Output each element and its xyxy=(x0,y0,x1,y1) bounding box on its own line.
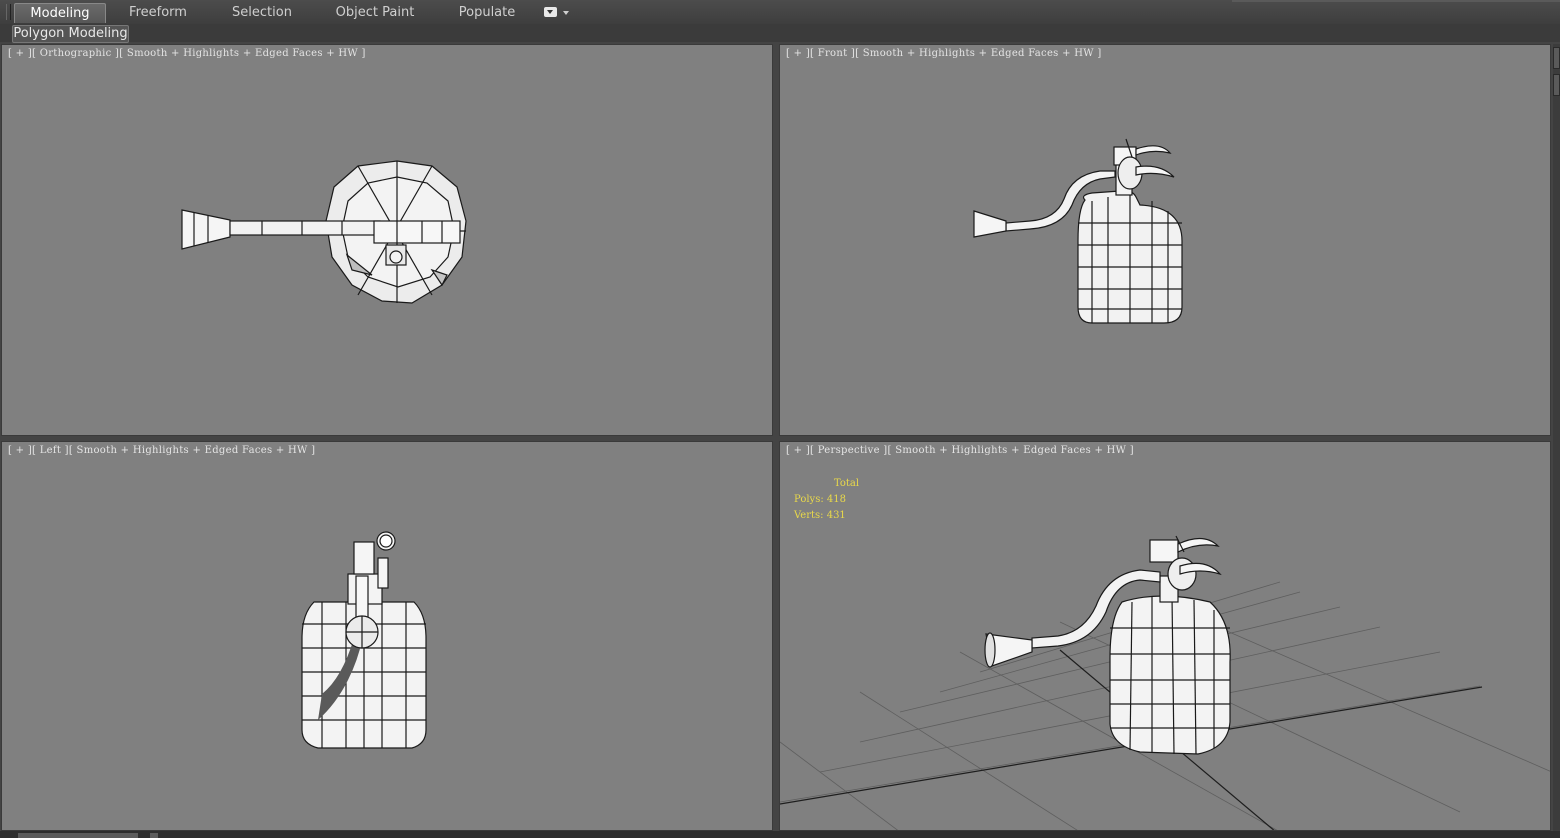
right-side-scrollbar[interactable] xyxy=(1553,44,1560,838)
extinguisher-perspective-view xyxy=(780,535,1550,830)
tab-populate[interactable]: Populate xyxy=(450,3,524,22)
ribbon-options-icon[interactable] xyxy=(544,7,574,19)
extinguisher-left-view xyxy=(301,531,427,749)
side-panel-button[interactable] xyxy=(1553,47,1560,69)
bottom-tab[interactable] xyxy=(18,833,138,838)
ribbon-grip-handle[interactable] xyxy=(6,4,11,20)
viewport-left[interactable]: [ + ][ Left ][ Smooth + Highlights + Edg… xyxy=(1,441,773,831)
tab-freeform[interactable]: Freeform xyxy=(118,3,198,22)
ribbon-display-icon xyxy=(544,7,557,17)
side-panel-button[interactable] xyxy=(1553,74,1560,96)
ribbon-panel-bar: Polygon Modeling xyxy=(0,24,1560,43)
ribbon-right-strip xyxy=(1232,0,1560,2)
extinguisher-front-view xyxy=(973,138,1183,324)
tab-selection[interactable]: Selection xyxy=(222,3,302,22)
bottom-tab[interactable] xyxy=(150,833,158,838)
bottom-status-strip xyxy=(0,831,1560,838)
viewport-front[interactable]: [ + ][ Front ][ Smooth + Highlights + Ed… xyxy=(779,44,1551,436)
tab-object-paint[interactable]: Object Paint xyxy=(330,3,420,22)
extinguisher-top-view xyxy=(181,160,467,304)
tab-modeling[interactable]: Modeling xyxy=(14,3,106,23)
ribbon-tab-bar: Modeling Freeform Selection Object Paint… xyxy=(0,0,1560,25)
viewport-orthographic[interactable]: [ + ][ Orthographic ][ Smooth + Highligh… xyxy=(1,44,773,436)
polygon-modeling-button[interactable]: Polygon Modeling xyxy=(12,25,129,43)
viewport-perspective[interactable]: [ + ][ Perspective ][ Smooth + Highlight… xyxy=(779,441,1551,831)
chevron-down-icon xyxy=(563,11,569,15)
